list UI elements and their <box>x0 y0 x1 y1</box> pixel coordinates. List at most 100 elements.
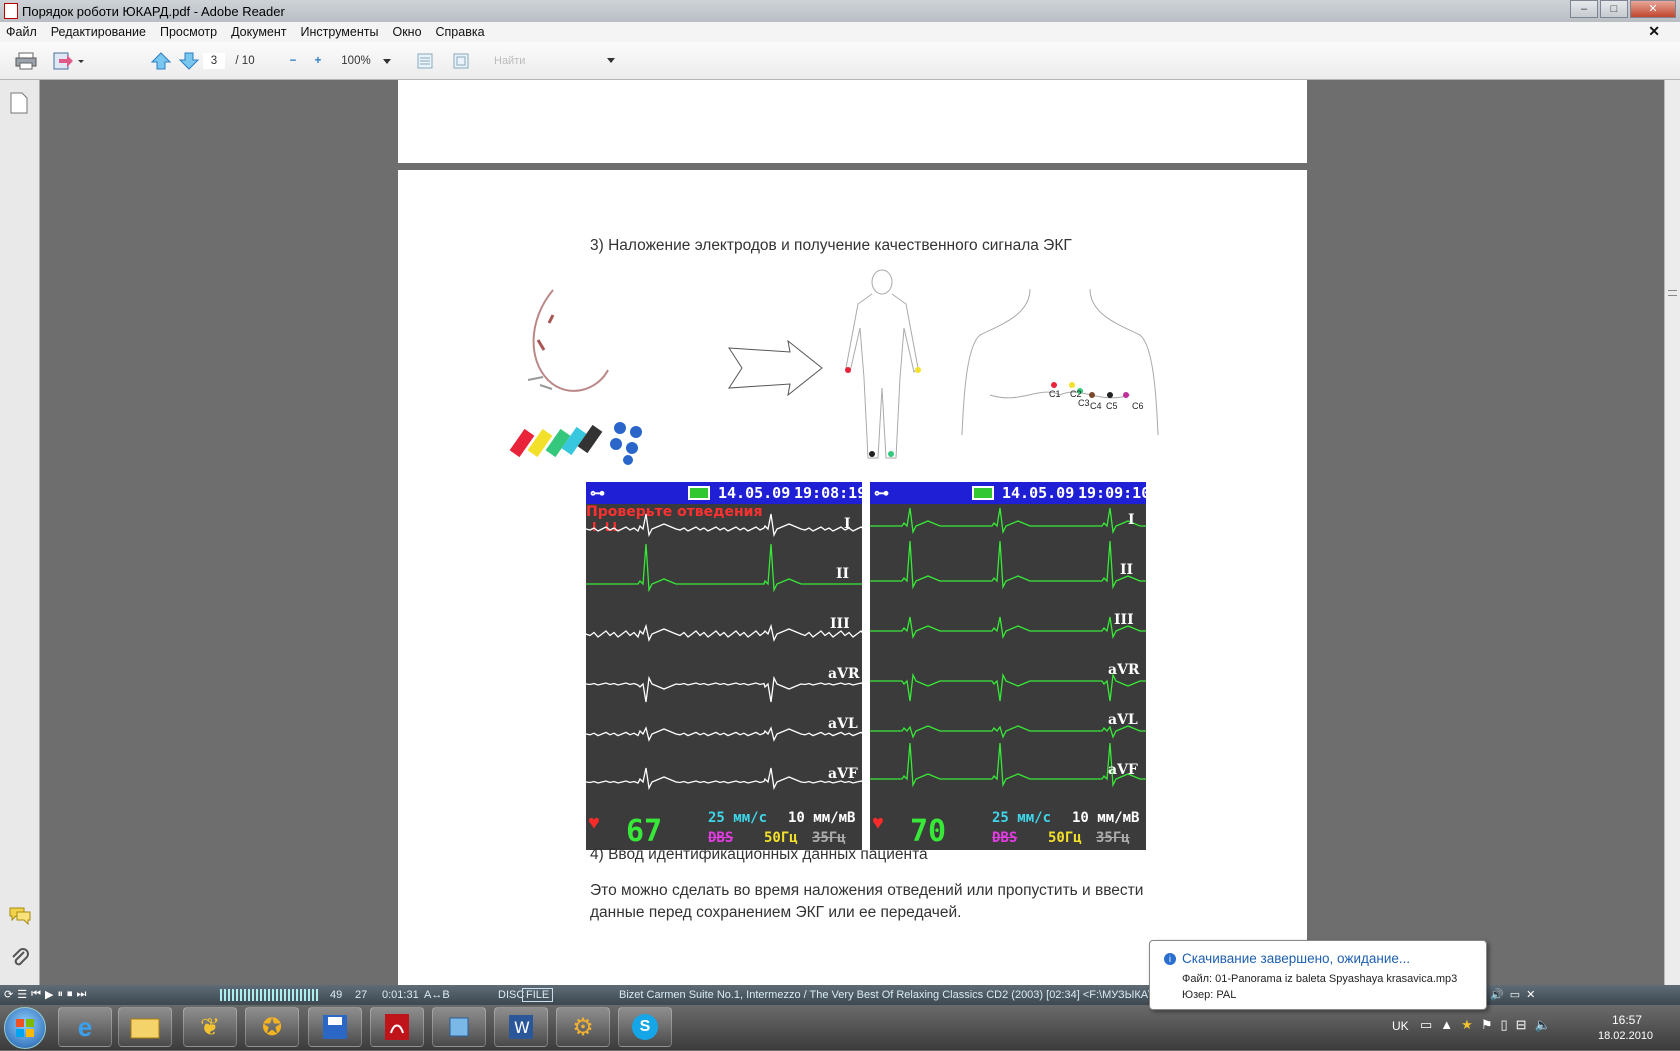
ecg-screen-right: ⊶ 14.05.09 19:09:10 I II III aVR aVL aVF… <box>870 482 1146 850</box>
installer-app-icon[interactable] <box>432 1007 486 1047</box>
floppy-save-icon[interactable] <box>308 1007 362 1047</box>
next-page-icon[interactable] <box>178 50 200 72</box>
menu-tools[interactable]: Инструменты <box>301 25 379 39</box>
ab-repeat-button[interactable]: A↔B <box>424 989 450 1001</box>
prev-track-icon[interactable]: ⏮ <box>31 988 41 1002</box>
print-icon[interactable] <box>14 50 38 72</box>
lead-label-i: I <box>1128 512 1135 528</box>
play-icon[interactable]: ▶ <box>45 988 53 1002</box>
zoom-level[interactable]: 100% <box>336 53 376 69</box>
ecg-trace <box>870 507 1146 535</box>
media-elapsed-time: 0:01:31 <box>382 989 419 1001</box>
tray-flag-icon[interactable]: ⚑ <box>1481 1017 1493 1033</box>
share-icon[interactable] <box>50 50 86 72</box>
fit-page-icon[interactable] <box>414 51 436 71</box>
menu-document[interactable]: Документ <box>231 25 286 39</box>
ecg-right-filter-hz: 50Гц <box>1048 830 1082 846</box>
word-app-icon[interactable]: W <box>494 1007 548 1047</box>
repeat-icon[interactable]: ⟳ <box>4 988 13 1002</box>
find-input[interactable]: Найти <box>490 52 610 70</box>
ecg-left-traces <box>586 513 862 791</box>
find-dropdown-icon[interactable] <box>606 55 616 65</box>
ecg-trace <box>870 725 1146 739</box>
battery-icon <box>972 486 994 500</box>
menu-view[interactable]: Просмотр <box>160 25 217 39</box>
zoom-in-icon[interactable]: + <box>311 53 325 69</box>
file-explorer-icon[interactable] <box>118 1007 172 1047</box>
ecg-trace <box>586 623 862 642</box>
fit-width-icon[interactable] <box>450 51 472 71</box>
file-button[interactable]: FILE <box>522 988 554 1002</box>
menu-edit[interactable]: Редактирование <box>51 25 146 39</box>
tray-up-arrow-icon[interactable]: ▲ <box>1440 1017 1453 1033</box>
language-indicator[interactable]: UK <box>1392 1019 1409 1033</box>
lead-label-ii: II <box>1120 562 1134 578</box>
ecg-trace <box>586 726 862 742</box>
lead-label-avf: aVF <box>1108 762 1138 778</box>
chest-electrode-diagram: C1 C2 C3 C4 C5 C6 <box>960 285 1160 455</box>
playlist-icon[interactable]: ☰ <box>17 988 27 1002</box>
ecg-screen-left: ⊶ 14.05.09 19:08:19 Проверьте отведения … <box>586 482 862 850</box>
tray-device-icon[interactable]: ▯ <box>1500 1017 1507 1033</box>
volume-icon[interactable]: 🔊 <box>1490 988 1504 1001</box>
section-3-heading: 3) Наложение электродов и получение каче… <box>590 237 1072 254</box>
ecg-trace <box>586 513 862 538</box>
close-document-icon[interactable]: ✕ <box>1648 23 1660 40</box>
clock-time[interactable]: 16:57 <box>1612 1013 1642 1027</box>
adobe-reader-taskbar-icon[interactable] <box>370 1007 424 1047</box>
media-right-controls[interactable]: 🔊 ▭ ✕ <box>1490 988 1535 1001</box>
scrollbar-grip[interactable] <box>1668 290 1677 296</box>
attachments-icon[interactable] <box>10 946 30 971</box>
tray-volume-icon[interactable]: 🔈 <box>1535 1017 1551 1033</box>
adobe-reader-icon <box>4 3 18 19</box>
menu-window[interactable]: Окно <box>392 25 421 39</box>
next-track-icon[interactable]: ⏭ <box>76 988 86 1002</box>
pdf-page: 3) Наложение электродов и получение каче… <box>398 170 1307 985</box>
internet-explorer-icon[interactable]: e <box>58 1007 112 1047</box>
maximize-button[interactable]: □ <box>1600 0 1628 18</box>
ecg-trace <box>870 616 1146 640</box>
electrode-label-c6: C6 <box>1132 401 1144 411</box>
menu-file[interactable]: Файл <box>6 25 37 39</box>
close-button[interactable]: ✕ <box>1630 0 1676 18</box>
start-button[interactable] <box>4 1007 46 1049</box>
lead-label-avr: aVR <box>828 666 860 682</box>
tray-folder-icon[interactable]: ▭ <box>1420 1017 1432 1033</box>
close-player-icon[interactable]: ✕ <box>1526 988 1535 1001</box>
disc-button[interactable]: DISC <box>498 989 524 1001</box>
page-number-input[interactable]: 3 <box>203 53 225 69</box>
lead-label-i: I <box>844 516 851 532</box>
menu-help[interactable]: Справка <box>436 25 485 39</box>
comments-icon[interactable] <box>8 905 32 928</box>
ecg-right-traces <box>870 507 1146 788</box>
minimize-button[interactable]: – <box>1570 0 1598 18</box>
tray-network-icon[interactable]: ⊟ <box>1516 1017 1527 1033</box>
messenger-app-icon[interactable]: ✪ <box>245 1007 299 1047</box>
pause-icon[interactable]: ⏸ <box>57 988 63 1002</box>
lead-label-avf: aVF <box>828 766 858 782</box>
stop-icon[interactable]: ⏹ <box>67 988 73 1002</box>
pages-icon[interactable] <box>10 92 28 117</box>
minimize-player-icon[interactable]: ▭ <box>1510 988 1520 1001</box>
tray-star-icon[interactable]: ★ <box>1461 1017 1473 1033</box>
butterfly-app-icon[interactable]: ❦ <box>183 1007 237 1047</box>
clock-date[interactable]: 18.02.2010 <box>1598 1030 1653 1042</box>
notification-title: Скачивание завершено, ожидание... <box>1182 951 1411 966</box>
vertical-scrollbar[interactable] <box>1664 80 1680 985</box>
download-notification[interactable]: i Скачивание завершено, ожидание... Файл… <box>1149 940 1487 1010</box>
zoom-dropdown-icon[interactable] <box>380 53 394 69</box>
arrow-graphic <box>728 339 824 399</box>
plug-icon: ⊶ <box>874 484 889 502</box>
ecg-left-speed: 25 мм/с <box>708 810 768 826</box>
electrode-label-c3: C3 <box>1078 398 1090 408</box>
navigation-pane <box>0 80 40 985</box>
toolbar: 3 / 10 − + 100% Найти <box>0 42 1680 80</box>
ecg-trace <box>586 767 862 791</box>
ecg-left-time: 19:08:19 <box>794 484 862 502</box>
media-controls[interactable]: ⟳ ☰ ⏮ ▶ ⏸ ⏹ ⏭ <box>4 988 204 1002</box>
previous-page-icon[interactable] <box>150 50 172 72</box>
document-viewer[interactable]: 3) Наложение электродов и получение каче… <box>41 80 1664 985</box>
zoom-out-icon[interactable]: − <box>286 53 300 69</box>
skype-app-icon[interactable]: S <box>618 1007 672 1047</box>
settings-app-icon[interactable]: ⚙ <box>556 1007 610 1047</box>
